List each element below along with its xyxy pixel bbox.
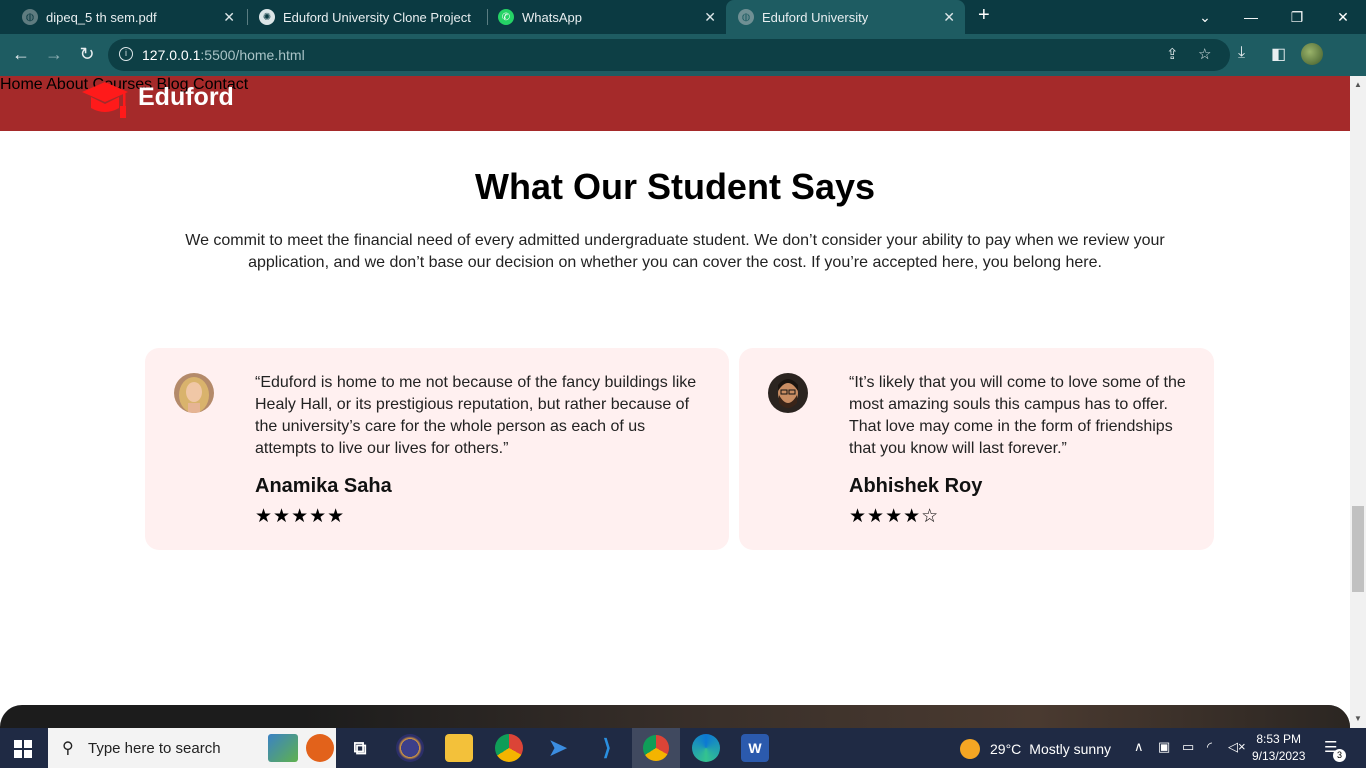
restore-button[interactable]: ❐: [1274, 0, 1320, 34]
banner-image: [300, 705, 1350, 728]
task-view-icon[interactable]: ⧉: [346, 734, 374, 762]
tab-eduford-university[interactable]: ◍ Eduford University ✕: [726, 0, 965, 34]
browser-toolbar: ← → ↻ i 127.0.0.1:5500/home.html ⇪ ☆ ⤓ ◧: [0, 34, 1366, 76]
quote-line: That love may come in the form of friend…: [849, 418, 1173, 435]
info-icon[interactable]: i: [119, 47, 133, 61]
url-host: 127.0.0.1: [142, 47, 201, 63]
weather-condition: Mostly sunny: [1029, 741, 1111, 757]
chevron-up-icon[interactable]: ∧: [1134, 739, 1144, 755]
back-arrow-icon[interactable]: ←: [10, 44, 32, 65]
file-explorer-icon[interactable]: [445, 734, 473, 762]
quote-line: “Eduford is home to me not because of th…: [255, 374, 697, 391]
scroll-down-arrow-icon[interactable]: ▼: [1354, 714, 1362, 723]
blue-arrow-app-icon[interactable]: ➤: [544, 734, 572, 762]
brand-name: Eduford: [138, 82, 234, 111]
quote-line: the university’s care for the whole pers…: [255, 418, 646, 435]
windows-taskbar: ⚲ Type here to search ⧉ ➤ ⟩ W 29°C Mostl…: [0, 728, 1366, 768]
tab-title: dipeq_5 th sem.pdf: [46, 9, 157, 25]
student-avatar: [174, 373, 214, 413]
section-description: We commit to meet the financial need of …: [185, 232, 1165, 271]
taskbar-search-box[interactable]: ⚲ Type here to search: [48, 728, 336, 768]
search-highlight-icon[interactable]: [268, 734, 298, 762]
url-text[interactable]: 127.0.0.1:5500/home.html: [142, 47, 305, 63]
forward-arrow-icon[interactable]: →: [43, 44, 65, 65]
scrollbar-thumb[interactable]: [1352, 506, 1364, 592]
bookmark-star-icon[interactable]: ☆: [1198, 45, 1211, 63]
weather-temperature: 29°C: [990, 741, 1022, 757]
testimonial-quote: “It’s likely that you will come to love …: [849, 372, 1186, 460]
quote-line: most amazing souls this campus has to of…: [849, 396, 1168, 413]
close-icon[interactable]: ✕: [943, 9, 955, 26]
clock-time: 8:53 PM: [1256, 732, 1302, 746]
weather-sun-icon: [960, 739, 980, 759]
testimonial-quote: “Eduford is home to me not because of th…: [255, 372, 696, 460]
reload-icon[interactable]: ↻: [76, 44, 98, 65]
tab-pdf[interactable]: ◍ dipeq_5 th sem.pdf ✕: [0, 0, 245, 34]
tab-title: Eduford University: [762, 9, 869, 25]
profile-avatar[interactable]: [1301, 43, 1323, 65]
tab-search-button[interactable]: ⌄: [1182, 0, 1228, 34]
windows-start-icon[interactable]: [14, 740, 32, 758]
chrome-icon[interactable]: [495, 734, 523, 762]
star-rating: ★★★★★: [255, 506, 346, 527]
battery-icon[interactable]: ▭: [1182, 739, 1194, 755]
search-icon: ⚲: [62, 740, 74, 757]
site-header: Eduford Home About Courses Blog Contact: [0, 76, 1350, 131]
student-avatar: [768, 373, 808, 413]
browser-tab-bar: ◍ dipeq_5 th sem.pdf ✕ ✺ Eduford Univers…: [0, 0, 1366, 34]
tab-title: Eduford University Clone Project: [283, 9, 471, 25]
graduation-cap-icon: [80, 80, 130, 122]
weather-widget[interactable]: 29°C Mostly sunny: [960, 739, 1111, 759]
search-placeholder: Type here to search: [88, 740, 221, 757]
volume-muted-icon[interactable]: ◁×: [1228, 739, 1246, 755]
quote-line: Healy Hall, or its prestigious reputatio…: [255, 396, 690, 413]
testimonial-card: “Eduford is home to me not because of th…: [145, 348, 729, 550]
section-title: What Our Student Says: [474, 166, 876, 207]
system-clock[interactable]: 8:53 PM 9/13/2023: [1252, 731, 1305, 765]
vscode-icon[interactable]: ⟩: [593, 734, 621, 762]
word-icon[interactable]: W: [741, 734, 769, 762]
tab-clone-project[interactable]: ✺ Eduford University Clone Project: [237, 0, 487, 34]
testimonial-card: “It’s likely that you will come to love …: [739, 348, 1214, 550]
tab-whatsapp[interactable]: ✆ WhatsApp ✕: [476, 0, 726, 34]
quote-line: attempts to live our lives for others.”: [255, 440, 509, 457]
star-rating: ★★★★☆: [849, 506, 940, 527]
download-icon[interactable]: ⤓: [1238, 44, 1245, 62]
scroll-up-arrow-icon[interactable]: ▲: [1354, 80, 1362, 89]
site-logo[interactable]: Eduford: [80, 80, 234, 122]
url-path: :5500/home.html: [200, 47, 305, 63]
share-icon[interactable]: ⇪: [1166, 45, 1179, 63]
eclipse-icon[interactable]: [396, 734, 424, 762]
address-bar[interactable]: i 127.0.0.1:5500/home.html ⇪ ☆: [108, 39, 1230, 71]
tab-title: WhatsApp: [522, 9, 582, 25]
chrome-active-icon[interactable]: [632, 728, 680, 768]
basketball-icon[interactable]: [306, 734, 334, 762]
page-scrollbar[interactable]: ▲ ▼: [1350, 76, 1366, 728]
close-window-button[interactable]: ✕: [1320, 0, 1366, 34]
globe-icon: ◍: [738, 9, 754, 25]
quote-line: that you know will last forever.”: [849, 440, 1067, 457]
student-name: Anamika Saha: [255, 475, 392, 497]
side-panel-icon[interactable]: ◧: [1271, 44, 1286, 64]
chatgpt-icon: ✺: [259, 9, 275, 25]
close-icon[interactable]: ✕: [223, 9, 235, 26]
whatsapp-icon: ✆: [498, 9, 514, 25]
student-name: Abhishek Roy: [849, 475, 983, 497]
close-icon[interactable]: ✕: [704, 9, 716, 26]
nav-home[interactable]: Home: [0, 76, 43, 93]
globe-icon: ◍: [22, 9, 38, 25]
wifi-icon[interactable]: ◜: [1207, 739, 1212, 755]
quote-line: “It’s likely that you will come to love …: [849, 374, 1186, 391]
edge-icon[interactable]: [692, 734, 720, 762]
meet-now-icon[interactable]: ▣: [1158, 739, 1170, 755]
new-tab-button[interactable]: +: [978, 4, 990, 27]
clock-date: 9/13/2023: [1252, 749, 1306, 763]
notification-count-badge: 3: [1333, 749, 1346, 762]
next-section-banner: [0, 705, 1350, 728]
minimize-button[interactable]: —: [1228, 0, 1274, 34]
